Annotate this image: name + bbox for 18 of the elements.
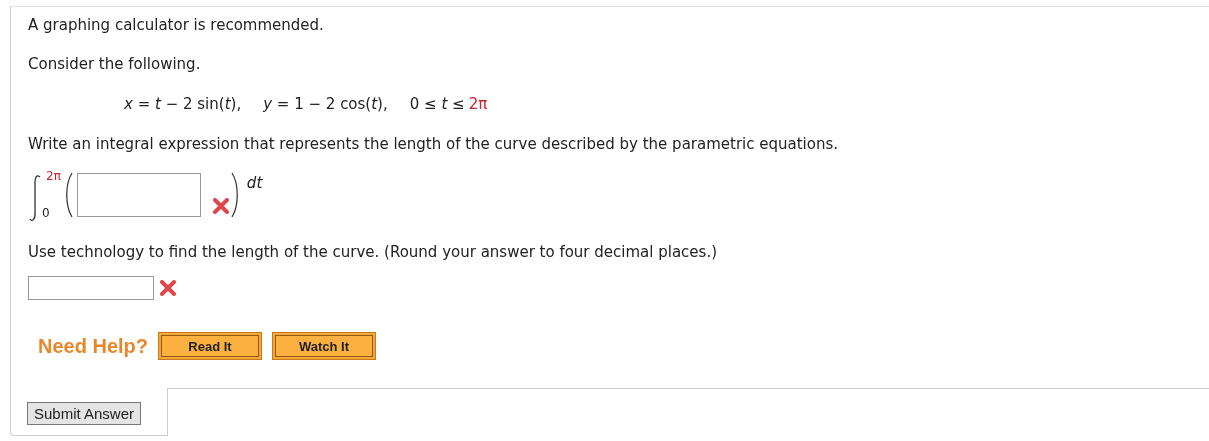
right-paren-icon (230, 172, 241, 218)
integral-sign-icon (28, 174, 42, 222)
recommendation-note: A graphing calculator is recommended. (28, 15, 325, 35)
upper-limit: 2π (46, 170, 61, 183)
equation-text: y = 1 − 2 cos(t), (263, 94, 388, 114)
differential-text: dt (246, 174, 263, 192)
help-button[interactable]: Watch It (272, 332, 377, 360)
integrand-field[interactable] (76, 173, 201, 217)
question-text: Write an integral expression that represents the length of the curve described by the parametric equations. (28, 134, 840, 154)
equation-text: 0 ≤ t ≤ 2π (409, 94, 488, 114)
answer-field[interactable] (28, 276, 154, 300)
submit-button[interactable]: Submit Answer (27, 402, 142, 425)
equation-text: x = t − 2 sin(t), (124, 94, 242, 114)
lower-limit: 0 (42, 207, 51, 220)
need-help-label: Need Help? (38, 334, 149, 358)
question-text: Use technology to find the length of the curve. (Round your answer to four decimal places.) (28, 242, 718, 262)
intro-text: Consider the following. (28, 54, 202, 74)
help-button[interactable]: Read It (158, 332, 263, 360)
